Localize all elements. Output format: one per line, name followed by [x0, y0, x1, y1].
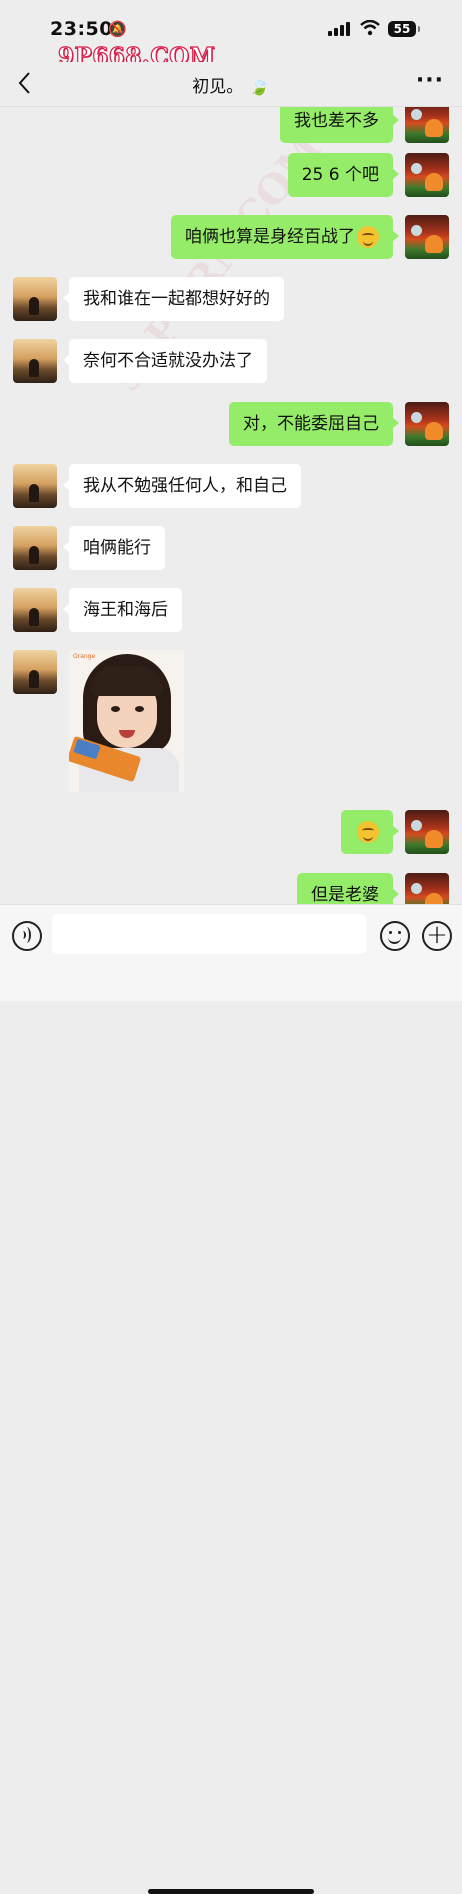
- avatar-contact[interactable]: [13, 339, 57, 383]
- avatar-me[interactable]: [405, 810, 449, 854]
- avatar-contact[interactable]: [13, 588, 57, 632]
- sent-message-bubble[interactable]: 25 6 个吧: [287, 153, 400, 197]
- sent-message-bubble[interactable]: 对，不能委屈自己: [229, 402, 399, 446]
- home-indicator: [148, 1889, 314, 1894]
- more-options-icon[interactable]: ···: [416, 68, 444, 93]
- smirk-face-icon: [357, 821, 379, 843]
- plus-icon[interactable]: +: [422, 921, 452, 951]
- voice-icon[interactable]: [12, 921, 42, 951]
- sticker-label: Orange: [73, 653, 96, 660]
- sent-message-bubble[interactable]: 我也差不多: [280, 107, 399, 143]
- sent-message-bubble[interactable]: 咱俩也算是身经百战了: [171, 215, 399, 259]
- bell-muted-icon: 🔕: [108, 20, 127, 38]
- smirk-face-icon: [357, 226, 379, 248]
- wifi-icon: [360, 20, 380, 36]
- received-message-bubble[interactable]: 咱俩能行: [63, 526, 165, 570]
- status-time: 23:50: [50, 18, 113, 40]
- avatar-me[interactable]: [405, 402, 449, 446]
- chat-title: 初见。 🍃: [0, 72, 462, 97]
- received-message-bubble[interactable]: 我和谁在一起都想好好的: [63, 277, 284, 321]
- avatar-contact[interactable]: [13, 526, 57, 570]
- chat-message-list[interactable]: 我也差不多 25 6 个吧 咱俩也算是身经百战了 我和谁在一起都想好好的 奈何不…: [0, 107, 462, 904]
- avatar-me[interactable]: [405, 215, 449, 259]
- received-message-bubble[interactable]: 海王和海后: [63, 588, 182, 632]
- cellular-signal-icon: [328, 22, 350, 36]
- sent-emoji-bubble[interactable]: [341, 810, 399, 854]
- input-bar: +: [0, 904, 462, 1894]
- avatar-contact[interactable]: [13, 650, 57, 694]
- sticker-image[interactable]: Orange: [69, 650, 184, 792]
- chat-header: 初见。 🍃 ···: [0, 62, 462, 107]
- received-message-bubble[interactable]: 我从不勉强任何人，和自己: [63, 464, 301, 508]
- battery-icon: 55: [388, 21, 420, 37]
- message-text: 咱俩也算是身经百战了: [185, 227, 355, 247]
- avatar-contact[interactable]: [13, 277, 57, 321]
- avatar-me[interactable]: [405, 873, 449, 904]
- sent-message-bubble[interactable]: 但是老婆: [297, 873, 399, 904]
- avatar-me[interactable]: [405, 153, 449, 197]
- received-message-bubble[interactable]: 奈何不合适就没办法了: [63, 339, 267, 383]
- avatar-contact[interactable]: [13, 464, 57, 508]
- chat-title-text: 初见。: [192, 77, 244, 97]
- emoji-icon[interactable]: [380, 921, 410, 951]
- leaf-icon: 🍃: [248, 77, 270, 97]
- avatar-me[interactable]: [405, 107, 449, 143]
- message-input[interactable]: [52, 914, 366, 954]
